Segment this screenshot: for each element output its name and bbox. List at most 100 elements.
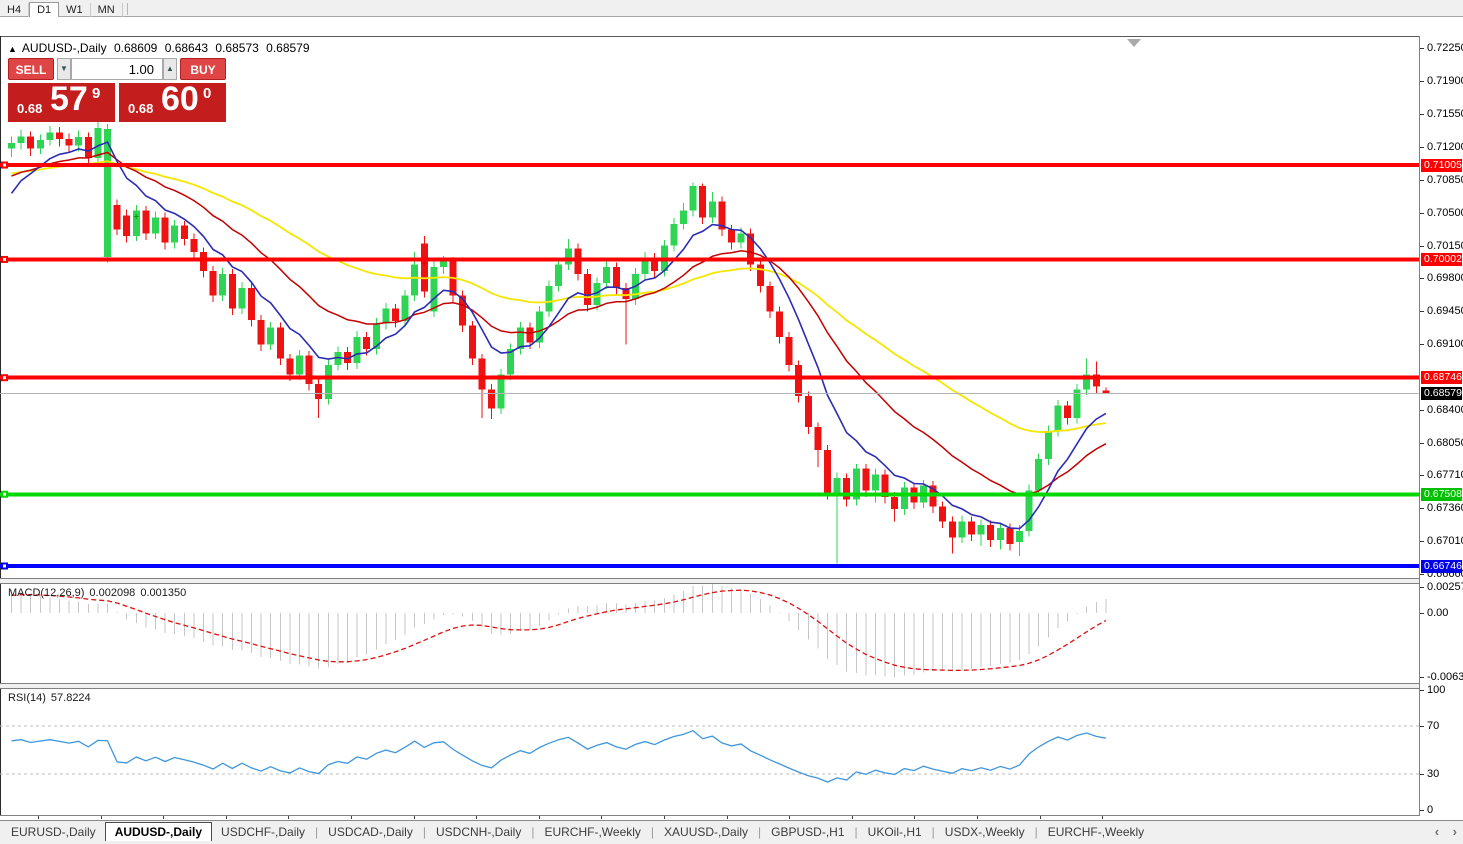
chart-tab-1[interactable]: AUDUSD-,Daily	[104, 822, 213, 841]
rsi-scale-label: 70	[1427, 720, 1440, 732]
tab-scroll-right-icon[interactable]: ›	[1453, 824, 1457, 839]
price-tick-tick	[1420, 508, 1424, 510]
tab-separator: |	[422, 825, 426, 839]
date-tick	[413, 816, 415, 819]
macd-scale-label: -0.006326	[1427, 670, 1463, 683]
date-tick	[977, 816, 978, 819]
price-tick-tick	[1420, 344, 1424, 346]
timeframe-button-w1[interactable]: W1	[59, 3, 91, 17]
macd-main-value: 0.002098	[89, 587, 136, 599]
price-tick-label: 0.71550	[1427, 107, 1463, 120]
volume-increase-button[interactable]: ▲	[163, 58, 177, 80]
rsi-indicator-pane[interactable]	[0, 688, 1419, 815]
tab-separator: |	[931, 825, 935, 839]
rsi-scale-label: 0	[1427, 804, 1434, 816]
chart-tab-6[interactable]: XAUUSD-,Daily	[655, 822, 757, 841]
quote-close: 0.68579	[266, 41, 310, 55]
rsi-scale-label: 30	[1427, 768, 1440, 780]
price-badge-0.68579: 0.68579	[1421, 386, 1462, 400]
chart-tab-3[interactable]: USDCAD-,Daily	[319, 822, 422, 841]
macd-scale-tick	[1420, 676, 1424, 678]
rsi-label: RSI(14) 57.8224	[8, 692, 96, 704]
tab-scroll-left-icon[interactable]: ‹	[1435, 824, 1439, 839]
price-tick-label: 0.67360	[1427, 502, 1463, 515]
date-tick	[1102, 816, 1104, 819]
price-tick-label: 0.68400	[1427, 404, 1463, 417]
chart-tab-7[interactable]: GBPUSD-,H1	[762, 822, 853, 841]
sell-price-display[interactable]: 0.68 57 9	[8, 80, 115, 122]
tab-separator: |	[650, 825, 655, 839]
quote-high: 0.68643	[164, 41, 209, 55]
macd-signal-value: 0.001350	[140, 587, 187, 599]
date-tick	[851, 816, 853, 819]
quote-header: ▲ AUDUSD-,Daily 0.68609 0.68643 0.68573 0…	[8, 41, 314, 55]
date-tick	[163, 816, 165, 819]
date-tick	[100, 816, 102, 819]
price-tick-tick	[1420, 410, 1424, 412]
trading-terminal-window: H4 D1 W1 MN + + ▲ AUDUSD-,Daily 0.68609 0.686…	[0, 0, 1463, 844]
price-tick-tick	[1420, 47, 1424, 49]
price-tick-label: 0.67010	[1427, 535, 1463, 548]
chart-window[interactable]: + + ▲ AUDUSD-,Daily 0.68609 0.68643 0.6857…	[0, 17, 1463, 836]
chart-tab-8[interactable]: UKOil-,H1	[859, 822, 931, 841]
symbol-period-label: AUDUSD-,Daily	[21, 41, 107, 55]
chart-tab-2[interactable]: USDCHF-,Daily	[212, 822, 314, 841]
buy-price-display[interactable]: 0.68 60 0	[119, 80, 226, 122]
buy-price-big: 60	[161, 80, 199, 118]
date-tick	[601, 816, 603, 819]
date-tick	[789, 816, 791, 819]
chart-tab-9[interactable]: USDX-,Weekly	[936, 822, 1034, 841]
collapse-icon[interactable]: ▲	[8, 44, 17, 54]
date-tick	[351, 816, 352, 819]
volume-decrease-button[interactable]: ▼	[57, 58, 71, 80]
rsi-scale-tick	[1420, 726, 1424, 727]
date-tick	[225, 816, 227, 819]
sell-button[interactable]: SELL	[8, 58, 54, 80]
price-tick-label: 0.70850	[1427, 173, 1463, 186]
date-tick	[1039, 816, 1041, 819]
buy-button[interactable]: BUY	[180, 58, 226, 80]
price-badge-0.66746: 0.66746	[1421, 559, 1462, 573]
chart-shift-marker[interactable]	[1127, 39, 1141, 47]
svg-text:+: +	[134, 211, 139, 221]
date-tick	[476, 816, 478, 819]
rsi-name: RSI(14)	[8, 692, 46, 704]
price-tick-tick	[1420, 212, 1424, 214]
sell-price-prefix: 0.68	[17, 101, 43, 116]
price-tick-label: 0.70500	[1427, 206, 1463, 219]
toolbar-separator	[126, 2, 128, 15]
rsi-scale-tick	[1420, 774, 1424, 775]
price-tick-tick	[1420, 146, 1424, 148]
price-tick-label: 0.70150	[1427, 239, 1463, 252]
tab-separator: |	[758, 825, 762, 839]
tab-separator: |	[1034, 825, 1038, 839]
volume-input[interactable]	[71, 58, 163, 80]
quote-low: 0.68573	[215, 41, 259, 55]
date-tick	[288, 816, 290, 819]
price-tick-tick	[1420, 113, 1424, 115]
tab-separator: |	[531, 825, 535, 839]
price-tick-tick	[1420, 179, 1424, 181]
date-tick	[38, 816, 39, 819]
macd-indicator-pane[interactable]	[0, 583, 1419, 683]
timeframe-button-mn[interactable]: MN	[91, 3, 123, 17]
price-tick-tick	[1420, 443, 1424, 445]
macd-name: MACD(12,26,9)	[8, 587, 85, 599]
price-tick-label: 0.69100	[1427, 338, 1463, 351]
price-tick-tick	[1420, 574, 1424, 576]
chart-tab-10[interactable]: EURCHF-,Weekly	[1039, 822, 1153, 841]
chart-tab-5[interactable]: EURCHF-,Weekly	[535, 822, 649, 841]
sell-price-pip: 9	[92, 85, 101, 102]
chart-tab-4[interactable]: USDCNH-,Daily	[427, 822, 530, 841]
price-tick-tick	[1420, 475, 1424, 477]
macd-scale-label: 0.002574	[1427, 580, 1463, 593]
rsi-scale-tick	[1420, 810, 1424, 811]
chart-tab-0[interactable]: EURUSD-,Daily	[2, 822, 105, 841]
price-axis[interactable]: 0.72250 0.71900 0.71550 0.71200 0.70850 0.705…	[1420, 36, 1463, 816]
macd-scale-tick	[1420, 586, 1424, 588]
price-tick-label: 0.68050	[1427, 437, 1463, 450]
timeframe-button-h4[interactable]: H4	[0, 3, 30, 17]
buy-price-pip: 0	[203, 85, 212, 102]
tab-separator: |	[315, 825, 319, 839]
timeframe-button-d1[interactable]: D1	[29, 2, 60, 18]
